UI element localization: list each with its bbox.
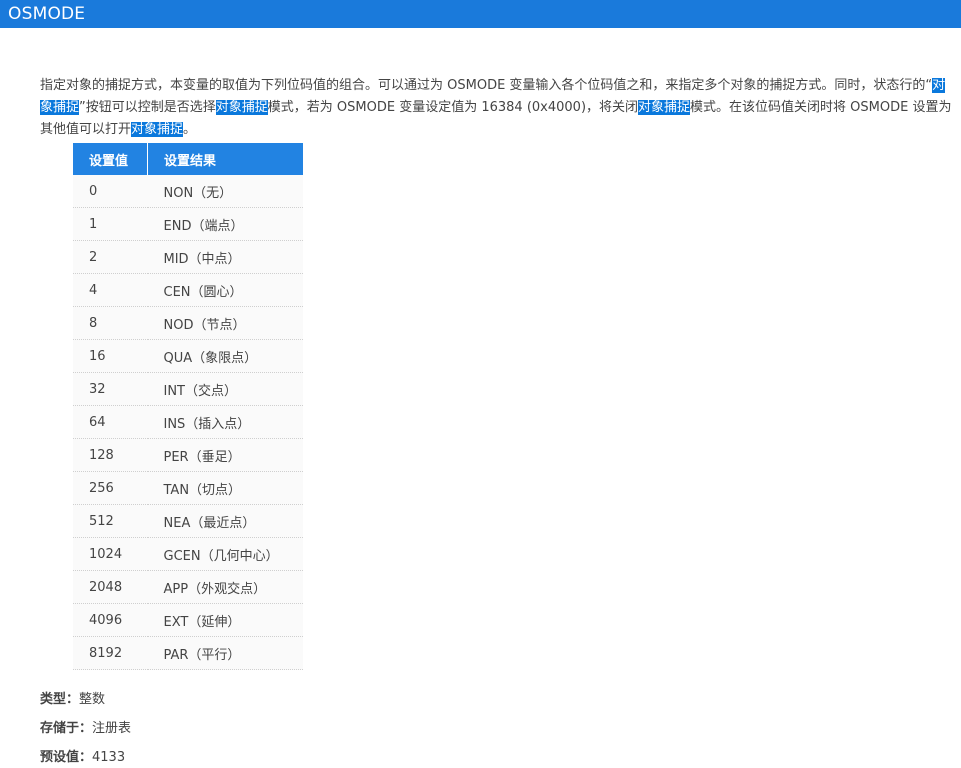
cell-result: INT（交点）	[147, 372, 303, 406]
meta-type: 类型：整数	[40, 688, 105, 707]
highlighted-term: 对象捕捉	[215, 100, 268, 115]
cell-value: 0	[73, 175, 148, 208]
cell-result: QUA（象限点）	[147, 339, 303, 373]
table-row: 512 NEA（最近点）	[73, 504, 303, 538]
cell-result: MID（中点）	[147, 240, 303, 274]
meta-stored-value: 注册表	[92, 721, 132, 736]
cell-result: NON（无）	[147, 175, 303, 208]
cell-value: 512	[73, 504, 148, 538]
description-text: ”按钮可以控制是否选择	[79, 100, 216, 115]
description-text: 指定对象的捕捉方式，本变量的取值为下列位码值的组合。可以通过为 OSMODE 变…	[40, 78, 933, 93]
cell-value: 256	[73, 471, 148, 505]
meta-type-value: 整数	[79, 692, 106, 707]
meta-default: 预设值：4133	[40, 746, 125, 765]
cell-result: CEN（圆心）	[147, 273, 303, 307]
table-row: 1 END（端点）	[73, 207, 303, 241]
meta-default-value: 4133	[92, 750, 126, 765]
description-text: 模式，若为 OSMODE 变量设定值为 16384 (0x4000)，将关闭	[267, 100, 639, 115]
cell-result: NEA（最近点）	[147, 504, 303, 538]
cell-result: EXT（延伸）	[147, 603, 303, 637]
cell-value: 64	[73, 405, 148, 439]
cell-result: NOD（节点）	[147, 306, 303, 340]
description: 指定对象的捕捉方式，本变量的取值为下列位码值的组合。可以通过为 OSMODE 变…	[40, 75, 955, 141]
table-row: 256 TAN（切点）	[73, 471, 303, 505]
cell-result: APP（外观交点）	[147, 570, 303, 604]
cell-value: 1	[73, 207, 148, 241]
column-header-result: 设置结果	[147, 143, 303, 175]
cell-value: 32	[73, 372, 148, 406]
cell-value: 2	[73, 240, 148, 274]
description-text: 。	[183, 122, 197, 137]
cell-result: END（端点）	[147, 207, 303, 241]
cell-value: 1024	[73, 537, 148, 571]
cell-value: 8	[73, 306, 148, 340]
table-row: 32 INT（交点）	[73, 372, 303, 406]
cell-value: 4096	[73, 603, 148, 637]
table-row: 64 INS（插入点）	[73, 405, 303, 439]
cell-value: 4	[73, 273, 148, 307]
table-row: 1024 GCEN（几何中心）	[73, 537, 303, 571]
meta-stored: 存储于：注册表	[40, 717, 131, 736]
table-header-row: 设置值 设置结果	[73, 143, 303, 175]
cell-value: 16	[73, 339, 148, 373]
table-row: 2048 APP（外观交点）	[73, 570, 303, 604]
page-title: OSMODE	[0, 0, 961, 28]
meta-stored-label: 存储于：	[40, 721, 93, 736]
osmode-values-table: 设置值 设置结果 0 NON（无） 1 END（端点） 2 MID（中点） 4 CEN（圆心）…	[73, 143, 303, 670]
table-row: 0 NON（无）	[73, 175, 303, 208]
cell-result: PAR（平行）	[147, 636, 303, 670]
highlighted-term: 对象捕捉	[638, 100, 691, 115]
table-row: 4096 EXT（延伸）	[73, 603, 303, 637]
highlighted-term: 对象捕捉	[131, 122, 184, 137]
cell-result: TAN（切点）	[147, 471, 303, 505]
cell-value: 2048	[73, 570, 148, 604]
table-row: 2 MID（中点）	[73, 240, 303, 274]
column-header-value: 设置值	[73, 143, 148, 175]
meta-default-label: 预设值：	[40, 750, 93, 765]
cell-result: GCEN（几何中心）	[147, 537, 303, 571]
table-row: 128 PER（垂足）	[73, 438, 303, 472]
cell-result: INS（插入点）	[147, 405, 303, 439]
cell-value: 128	[73, 438, 148, 472]
table-row: 8192 PAR（平行）	[73, 636, 303, 670]
table-row: 4 CEN（圆心）	[73, 273, 303, 307]
table-row: 16 QUA（象限点）	[73, 339, 303, 373]
cell-value: 8192	[73, 636, 148, 670]
meta-type-label: 类型：	[40, 692, 80, 707]
cell-result: PER（垂足）	[147, 438, 303, 472]
table-row: 8 NOD（节点）	[73, 306, 303, 340]
